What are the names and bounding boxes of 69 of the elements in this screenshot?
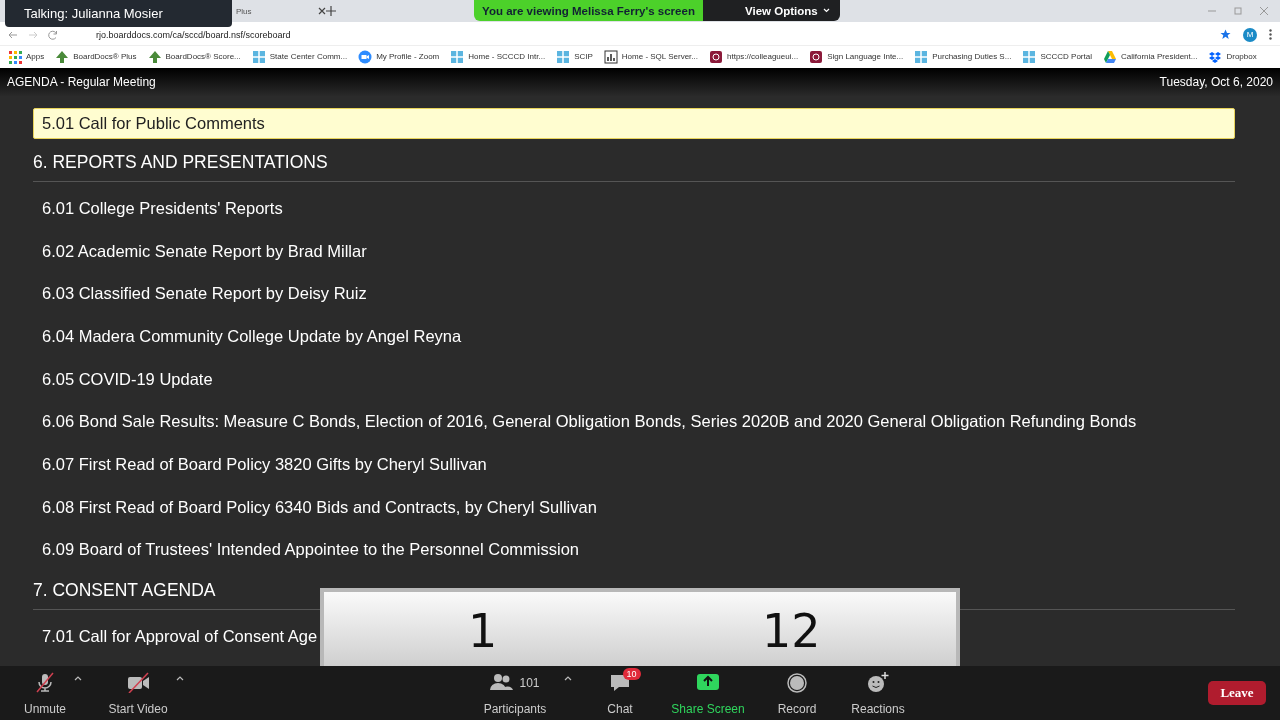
bookmark[interactable]: BoardDocs® Plus xyxy=(55,49,137,64)
participants-button[interactable]: 101 Participants xyxy=(470,672,560,716)
reload-icon[interactable] xyxy=(48,29,58,40)
square-icon xyxy=(809,49,824,64)
bookmark[interactable]: My Profile - Zoom xyxy=(358,49,440,64)
section-heading: 6. REPORTS AND PRESENTATIONS xyxy=(33,143,1235,182)
bookmark[interactable]: SCCCD Portal xyxy=(1022,49,1092,64)
bookmark[interactable]: Home - SQL Server... xyxy=(603,49,698,64)
grid-icon xyxy=(914,49,929,64)
caret-up-icon[interactable] xyxy=(74,676,82,681)
mute-button[interactable]: Unmute xyxy=(14,672,76,716)
share-button[interactable]: Share Screen xyxy=(662,672,754,716)
drive-icon xyxy=(1102,49,1117,64)
share-screen-icon xyxy=(696,672,720,693)
chevron-down-icon xyxy=(822,8,830,13)
caret-up-icon[interactable] xyxy=(176,676,184,681)
back-icon[interactable] xyxy=(8,29,18,40)
chart-icon xyxy=(603,49,618,64)
star-icon[interactable] xyxy=(1220,29,1231,40)
agenda-item[interactable]: 6.03 Classified Senate Report by Deisy Ruiz xyxy=(33,272,367,316)
agenda-item[interactable]: 6.09 Board of Trustees' Intended Appointee to the Personnel Commission xyxy=(33,528,579,572)
profile-avatar[interactable]: M xyxy=(1243,27,1257,42)
caret-up-icon[interactable] xyxy=(564,676,572,681)
agenda-item[interactable]: 6.01 College Presidents' Reports xyxy=(33,187,283,230)
unread-badge: 10 xyxy=(622,668,641,680)
grid-icon xyxy=(1022,49,1037,64)
participants-icon xyxy=(490,672,514,693)
leave-button[interactable]: Leave xyxy=(1208,681,1266,705)
reactions-button[interactable]: Reactions xyxy=(842,672,914,716)
view-options-button[interactable]: View Options xyxy=(703,0,840,21)
grid-icon xyxy=(556,49,571,64)
bookmark[interactable]: Apps xyxy=(8,49,45,64)
meeting-title: AGENDA - Regular Meeting xyxy=(7,75,156,89)
agenda-item[interactable]: 6.04 Madera Community College Update by Angel Reyna xyxy=(33,315,462,358)
grid-icon xyxy=(450,49,465,64)
bookmark[interactable]: Dropbox xyxy=(1208,49,1257,64)
agenda-item[interactable]: 6.02 Academic Senate Report by Brad Millar xyxy=(33,229,367,273)
dropbox-icon xyxy=(1208,49,1223,64)
bookmark[interactable]: Home - SCCCD Intr... xyxy=(450,49,546,64)
new-tab-icon[interactable] xyxy=(326,6,336,16)
browser-tab[interactable]: Plus xyxy=(236,0,326,22)
grid-icon xyxy=(251,49,266,64)
close-icon[interactable] xyxy=(318,7,326,15)
video-button[interactable]: Start Video xyxy=(98,672,178,716)
talking-label: Talking: Julianna Mosier xyxy=(24,6,163,21)
address-bar[interactable]: rjo.boarddocs.com/ca/sccd/board.nsf/scoreboard xyxy=(96,29,291,40)
apps-icon xyxy=(8,49,22,64)
camera-icon xyxy=(358,49,373,64)
reactions-icon xyxy=(866,672,890,693)
agenda-item[interactable]: 6.07 First Read of Board Policy 3820 Gifts by Cheryl Sullivan xyxy=(33,443,487,486)
bookmark[interactable]: SCIP xyxy=(556,49,593,64)
record-icon xyxy=(785,672,809,693)
participant-count: 101 xyxy=(519,675,540,690)
bookmark[interactable]: BoardDocs® Score... xyxy=(147,49,241,64)
square-icon xyxy=(709,49,723,64)
agenda-item[interactable]: 6.06 Bond Sale Results: Measure C Bonds, Election of 2016, General Obligation Bonds, Series 2020B and 2020 General Obligation Refunding Bonds xyxy=(33,400,1137,444)
agenda-item[interactable]: 7.01 Call for Approval of Consent Age xyxy=(33,615,318,658)
meeting-date: Tuesday, Oct 6, 2020 xyxy=(1159,75,1273,89)
record-button[interactable]: Record xyxy=(767,672,827,716)
agenda-item[interactable]: 6.08 First Read of Board Policy 6340 Bids and Contracts, by Cheryl Sullivan xyxy=(33,485,597,529)
viewing-banner: You are viewing Melissa Ferry's screen xyxy=(474,0,703,21)
bookmark[interactable]: Sign Language Inte... xyxy=(809,49,904,64)
agenda-item[interactable]: 5.01 Call for Public Comments xyxy=(33,108,1235,139)
bookmark[interactable]: Purchasing Duties S... xyxy=(914,49,1012,64)
more-icon[interactable] xyxy=(1269,29,1272,40)
bookmark[interactable]: State Center Comm... xyxy=(251,49,348,64)
agenda-item[interactable]: 6.05 COVID-19 Update xyxy=(33,357,213,401)
bookmark[interactable]: https://colleagueui... xyxy=(709,49,799,64)
bookmark[interactable]: California President... xyxy=(1102,49,1198,64)
